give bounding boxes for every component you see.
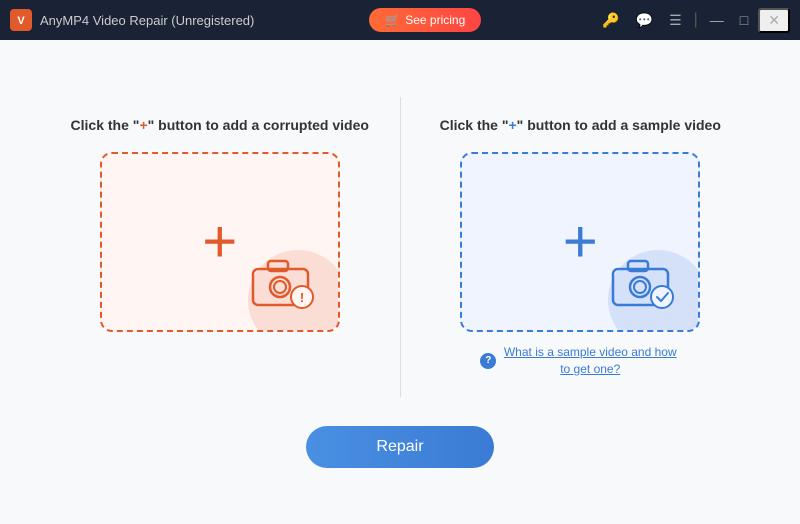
corrupted-camera-icon: ! (248, 255, 318, 310)
key-button[interactable]: 🔑 (596, 10, 625, 31)
cart-icon: 🛒 (385, 13, 400, 27)
help-icon: ? (480, 353, 496, 369)
corrupted-video-upload-zone[interactable]: + ! (100, 152, 340, 332)
svg-text:V: V (17, 15, 25, 27)
minimize-button[interactable]: — (704, 10, 730, 30)
title-bar: V AnyMP4 Video Repair (Unregistered) 🛒 S… (0, 0, 800, 40)
title-bar-actions: 🔑 💬 ☰ | — □ ✕ (596, 8, 790, 33)
chat-button[interactable]: 💬 (630, 10, 659, 31)
see-pricing-button[interactable]: 🛒 See pricing (369, 8, 481, 32)
main-content: Click the "+" button to add a corrupted … (0, 40, 800, 524)
menu-button[interactable]: ☰ (663, 10, 688, 31)
app-logo: V (10, 9, 32, 31)
sample-video-upload-zone[interactable]: + (460, 152, 700, 332)
title-bar-center: 🛒 See pricing (369, 8, 481, 32)
see-pricing-label: See pricing (405, 13, 465, 27)
title-bar-left: V AnyMP4 Video Repair (Unregistered) (10, 9, 254, 31)
app-title: AnyMP4 Video Repair (Unregistered) (40, 13, 254, 28)
sample-video-label: Click the "+" button to add a sample vid… (440, 116, 721, 136)
svg-text:!: ! (300, 290, 304, 305)
sample-camera-icon (608, 255, 678, 310)
help-link-text: What is a sample video and how to get on… (500, 344, 680, 378)
sample-plus-text: + (508, 117, 516, 133)
corrupted-video-panel: Click the "+" button to add a corrupted … (40, 96, 400, 352)
add-sample-icon: + (563, 212, 598, 272)
maximize-button[interactable]: □ (734, 10, 754, 30)
add-corrupted-icon: + (202, 212, 237, 272)
separator: | (694, 11, 698, 29)
repair-button-label: Repair (376, 438, 423, 455)
corrupted-plus-text: + (139, 117, 147, 133)
corrupted-video-label: Click the "+" button to add a corrupted … (71, 116, 369, 136)
sample-video-panel: Click the "+" button to add a sample vid… (401, 96, 761, 397)
panels-row: Click the "+" button to add a corrupted … (40, 96, 760, 397)
sample-video-help-link[interactable]: ? What is a sample video and how to get … (480, 344, 680, 378)
repair-button[interactable]: Repair (306, 426, 493, 468)
close-button[interactable]: ✕ (758, 8, 790, 33)
